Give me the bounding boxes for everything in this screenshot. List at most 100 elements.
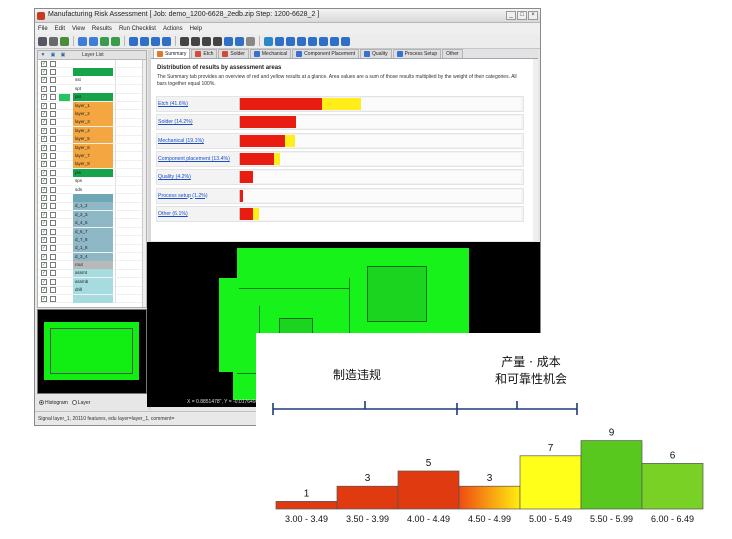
layer-visible-checkbox[interactable]: ✓: [41, 119, 47, 126]
tab-process-setup[interactable]: Process Setup: [392, 49, 442, 58]
layer-select-checkbox[interactable]: [50, 295, 56, 302]
tab-summary[interactable]: Summary: [153, 48, 191, 58]
layer-visible-checkbox[interactable]: ✓: [41, 194, 47, 201]
layer-select-checkbox[interactable]: [50, 69, 56, 76]
layer-visible-checkbox[interactable]: ✓: [41, 169, 47, 176]
next-icon[interactable]: [202, 36, 211, 46]
layer-select-checkbox[interactable]: [50, 152, 56, 159]
menu-actions[interactable]: Actions: [163, 26, 183, 32]
pan-right-icon[interactable]: [140, 36, 149, 46]
highlight-icon[interactable]: [308, 36, 317, 46]
layer-select-checkbox[interactable]: [50, 111, 56, 118]
tab-other[interactable]: Other: [442, 49, 463, 58]
layer-select-checkbox[interactable]: [50, 287, 56, 294]
area-link[interactable]: Mechanical (19.1%): [158, 138, 204, 144]
layer-visible-checkbox[interactable]: ✓: [41, 228, 47, 235]
pan-down-icon[interactable]: [162, 36, 171, 46]
layer-visible-checkbox[interactable]: ✓: [41, 152, 47, 159]
close-button[interactable]: ×: [528, 11, 538, 20]
layer-visible-checkbox[interactable]: ✓: [41, 77, 47, 84]
undo-icon[interactable]: [224, 36, 233, 46]
layer-visible-checkbox[interactable]: ✓: [41, 136, 47, 143]
layers-icon[interactable]: [60, 36, 69, 46]
layer-select-checkbox[interactable]: [50, 211, 56, 218]
layer-select-checkbox[interactable]: [50, 127, 56, 134]
layer-select-checkbox[interactable]: [50, 186, 56, 193]
layer-option[interactable]: Layer: [71, 400, 90, 406]
layer-select-checkbox[interactable]: [50, 136, 56, 143]
menu-results[interactable]: Results: [92, 26, 112, 32]
layer-select-checkbox[interactable]: [50, 228, 56, 235]
layer-select-checkbox[interactable]: [50, 77, 56, 84]
maximize-button[interactable]: □: [517, 11, 527, 20]
area-link[interactable]: Etch (41.6%): [158, 101, 188, 107]
layer-visible-checkbox[interactable]: ✓: [41, 278, 47, 285]
menu-file[interactable]: File: [38, 26, 48, 32]
summary-scrollbar[interactable]: [533, 59, 538, 241]
select-icon[interactable]: [286, 36, 295, 46]
layer-select-checkbox[interactable]: [50, 278, 56, 285]
layer-visible-checkbox[interactable]: ✓: [41, 245, 47, 252]
zoom-area-icon[interactable]: [111, 36, 120, 46]
layer-visible-checkbox[interactable]: ✓: [41, 102, 47, 109]
last-icon[interactable]: [213, 36, 222, 46]
menu-run-checklist[interactable]: Run Checklist: [119, 26, 156, 32]
tab-etch[interactable]: Etch: [191, 49, 218, 58]
layer-visible-checkbox[interactable]: ✓: [41, 94, 47, 101]
tab-quality[interactable]: Quality: [360, 49, 392, 58]
layer-select-checkbox[interactable]: [50, 60, 56, 67]
layer-select-checkbox[interactable]: [50, 262, 56, 269]
layer-visible-checkbox[interactable]: ✓: [41, 270, 47, 277]
layer-select-checkbox[interactable]: [50, 169, 56, 176]
list-icon[interactable]: [49, 36, 58, 46]
layer-select-checkbox[interactable]: [50, 203, 56, 210]
thumbnail-viewport[interactable]: [50, 328, 133, 374]
layer-select-checkbox[interactable]: [50, 85, 56, 92]
layer-visible-checkbox[interactable]: ✓: [41, 236, 47, 243]
layer-select-checkbox[interactable]: [50, 194, 56, 201]
area-link[interactable]: Other (6.1%): [158, 211, 188, 217]
first-icon[interactable]: [180, 36, 189, 46]
layer-select-checkbox[interactable]: [50, 220, 56, 227]
layer-select-checkbox[interactable]: [50, 178, 56, 185]
area-link[interactable]: Process setup (1.2%): [158, 193, 208, 199]
layer-visible-checkbox[interactable]: ✓: [41, 203, 47, 210]
previous-icon[interactable]: [191, 36, 200, 46]
report-icon[interactable]: [319, 36, 328, 46]
snap-icon[interactable]: [297, 36, 306, 46]
layer-visible-checkbox[interactable]: ✓: [41, 262, 47, 269]
layer-visible-checkbox[interactable]: ✓: [41, 295, 47, 302]
area-link[interactable]: Component placement (13.4%): [158, 156, 230, 162]
layer-visible-checkbox[interactable]: ✓: [41, 287, 47, 294]
layer-select-checkbox[interactable]: [50, 253, 56, 260]
layer-select-checkbox[interactable]: [50, 119, 56, 126]
zoom-fit-icon[interactable]: [100, 36, 109, 46]
layer-visible-checkbox[interactable]: ✓: [41, 60, 47, 67]
layer-select-checkbox[interactable]: [50, 94, 56, 101]
layer-select-checkbox[interactable]: [50, 245, 56, 252]
layer-visible-checkbox[interactable]: ✓: [41, 178, 47, 185]
layer-visible-checkbox[interactable]: ✓: [41, 144, 47, 151]
histogram-option[interactable]: Histogram: [39, 400, 68, 406]
lock-icon[interactable]: ▣: [48, 52, 58, 58]
export-icon[interactable]: [330, 36, 339, 46]
menu-view[interactable]: View: [72, 26, 85, 32]
tab-solder[interactable]: Solder: [218, 49, 249, 58]
arrow-icon[interactable]: [275, 36, 284, 46]
measure-icon[interactable]: [246, 36, 255, 46]
filter-icon[interactable]: [341, 36, 350, 46]
layer-visible-checkbox[interactable]: ✓: [41, 69, 47, 76]
layer-select-checkbox[interactable]: [50, 144, 56, 151]
layer-select-checkbox[interactable]: [50, 270, 56, 277]
layer-visible-checkbox[interactable]: ✓: [41, 186, 47, 193]
layer-row[interactable]: ✓: [38, 294, 146, 304]
zoom-out-icon[interactable]: [89, 36, 98, 46]
layer-select-checkbox[interactable]: [50, 236, 56, 243]
visible-icon[interactable]: ▣: [58, 52, 68, 58]
layer-select-checkbox[interactable]: [50, 102, 56, 109]
layer-visible-checkbox[interactable]: ✓: [41, 161, 47, 168]
menu-edit[interactable]: Edit: [55, 26, 65, 32]
layer-select-checkbox[interactable]: [50, 161, 56, 168]
filter-icon[interactable]: ▼: [38, 52, 48, 58]
area-link[interactable]: Quality (4.2%): [158, 174, 191, 180]
